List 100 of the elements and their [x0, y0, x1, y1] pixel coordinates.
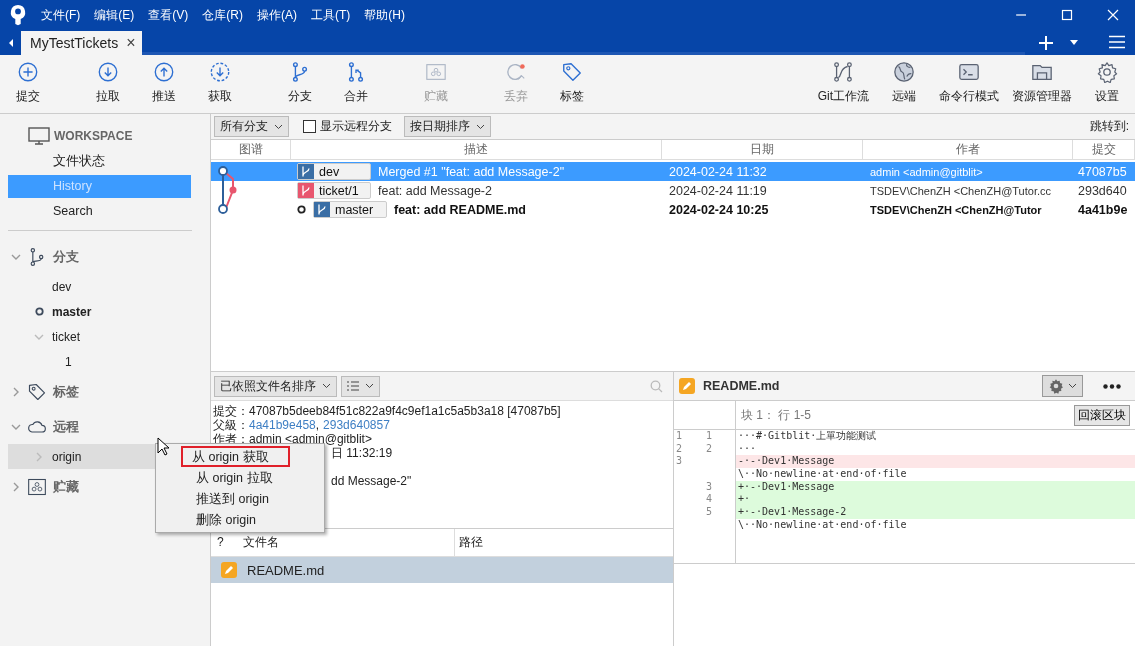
pull-icon	[97, 61, 119, 83]
menu-item[interactable]: 工具(T)	[311, 6, 351, 24]
menu-item[interactable]: 删除 origin	[158, 509, 290, 530]
hunk-header: 块 1： 行 1-5	[740, 406, 812, 424]
toolbar-button[interactable]: 资源管理器	[1008, 61, 1076, 107]
toolbar-button[interactable]: 推送	[136, 61, 192, 107]
commit-row[interactable]: dev Merged #1 "feat: add Message-2" 2024-02-24 11:32 admin <admin@gitblit> 47087b5	[211, 162, 1135, 181]
line-number: 1	[706, 430, 713, 441]
fetch-icon	[209, 61, 231, 83]
file-title: README.md	[703, 379, 780, 393]
column-header[interactable]: 路径	[455, 529, 483, 556]
repository-tab[interactable]: MyTestTickets ×	[21, 31, 142, 55]
date-value: 日 11:32:19	[331, 446, 393, 460]
tree-item[interactable]: dev	[52, 279, 72, 294]
commit-message: feat: add README.md	[394, 202, 526, 217]
tree-item[interactable]: master	[52, 304, 92, 319]
more-icon[interactable]	[1103, 383, 1121, 389]
commit-row[interactable]: master feat: add README.md 2024-02-24 10:25 TSDEV\ChenZH <ChenZH@Tutor 4a41b9e	[211, 200, 1135, 219]
toolbar-button[interactable]: 标签	[544, 61, 600, 107]
parent-link[interactable]: 4a41b9e458	[249, 418, 316, 432]
line-number: 4	[706, 493, 713, 505]
revert-hunk-button[interactable]: 回滚区块	[1074, 404, 1130, 426]
line-number: 2	[706, 442, 713, 454]
menu-item[interactable]: 编辑(E)	[94, 6, 135, 24]
tab-close-button[interactable]: ×	[126, 34, 136, 52]
column-header[interactable]: 提交	[1073, 140, 1135, 159]
file-row[interactable]: README.md	[211, 557, 673, 583]
toolbar-button[interactable]: Git工作流	[813, 61, 873, 107]
file-name: README.md	[247, 562, 325, 578]
toolbar-button[interactable]: 命令行模式	[935, 61, 1003, 107]
branch-label[interactable]: ticket/1	[297, 182, 371, 199]
line-number: 3	[676, 455, 683, 467]
toolbar-button[interactable]: 拉取	[80, 61, 136, 107]
diff-line: ···	[737, 442, 758, 456]
author-value: admin <admin@gitblit>	[249, 432, 372, 446]
toolbar-button[interactable]: 远端	[878, 61, 930, 107]
menu-item[interactable]: 帮助(H)	[364, 6, 405, 24]
sidebar-item[interactable]: 文件状态	[8, 150, 191, 173]
globe-icon	[893, 61, 915, 83]
tree-item[interactable]: ticket	[52, 329, 80, 344]
column-header[interactable]: 图谱	[211, 140, 291, 159]
sort-dropdown[interactable]: 已依照文件名排序	[214, 375, 337, 397]
settings-dropdown[interactable]	[1042, 375, 1083, 397]
chevron-icon[interactable]	[11, 386, 21, 397]
add-tab-icon[interactable]	[1039, 36, 1053, 50]
branch-filter-dropdown[interactable]: 所有分支	[214, 116, 289, 137]
stash-icon	[425, 61, 447, 83]
table-cell-text: 4a41b9e	[1077, 202, 1129, 217]
line-number: 1	[676, 430, 683, 441]
toolbar-button[interactable]: 提交	[0, 61, 56, 107]
chevron-icon[interactable]	[11, 481, 21, 492]
table-cell-text: admin <admin@gitblit>	[869, 165, 984, 178]
menu-item[interactable]: 文件(F)	[41, 6, 81, 24]
menu-item[interactable]: 查看(V)	[148, 6, 189, 24]
commit-icon	[17, 61, 39, 83]
toolbar-button[interactable]: 设置	[1081, 61, 1133, 107]
view-mode-dropdown[interactable]	[341, 375, 380, 397]
menu-icon[interactable]	[1109, 35, 1125, 49]
column-header[interactable]: 日期	[662, 140, 863, 159]
column-header[interactable]: 描述	[291, 140, 662, 159]
menu-item[interactable]: 仓库(R)	[202, 6, 243, 24]
caret-icon	[365, 383, 374, 389]
settings-icon	[1096, 61, 1118, 83]
sidebar-item[interactable]: Search	[8, 200, 191, 223]
modified-file-icon	[221, 562, 237, 578]
parent-link[interactable]: 293d640857	[323, 418, 390, 432]
commit-row[interactable]: ticket/1 feat: add Message-2 2024-02-24 11:19 TSDEV\ChenZH <ChenZH@Tutor.cc 293d640	[211, 181, 1135, 200]
monitor-icon	[28, 127, 50, 145]
branch-label[interactable]: dev	[297, 163, 371, 180]
column-header[interactable]: ?	[211, 529, 241, 556]
field-label: 父級：	[213, 418, 249, 432]
sort-dropdown[interactable]: 按日期排序	[404, 116, 491, 137]
table-cell-text: 2024-02-24 10:25	[668, 202, 770, 217]
dropdown-icon[interactable]	[1069, 40, 1079, 46]
close-icon[interactable]	[1107, 9, 1119, 21]
menu-item[interactable]: 从 origin 拉取	[158, 467, 290, 488]
section-title: WORKSPACE	[54, 129, 133, 143]
toolbar-button[interactable]: 获取	[192, 61, 248, 107]
checkbox-label[interactable]: 显示远程分支	[320, 118, 392, 135]
tag-icon	[561, 61, 583, 83]
toolbar-button[interactable]: 合并	[328, 61, 384, 107]
checkbox[interactable]	[303, 120, 316, 133]
settings-icon	[1048, 378, 1064, 394]
table-cell-text: 2024-02-24 11:19	[668, 183, 768, 198]
column-header[interactable]: 作者	[863, 140, 1073, 159]
commit-message: Merged #1 "feat: add Message-2"	[378, 164, 565, 179]
menu-item[interactable]: 推送到 origin	[158, 488, 290, 509]
branch-label[interactable]: master	[313, 201, 387, 218]
discard-icon	[505, 61, 527, 83]
menu-item[interactable]: 从 origin 获取	[181, 446, 290, 467]
maximize-icon[interactable]	[1061, 9, 1073, 21]
git-flow-icon	[832, 61, 855, 83]
stash-icon	[27, 476, 47, 497]
tree-item[interactable]: 1	[65, 354, 72, 369]
modified-file-icon	[679, 378, 695, 394]
toolbar-button[interactable]: 分支	[272, 61, 328, 107]
diff-line: \··No·newline·at·end·of·file	[737, 468, 908, 481]
pointer-cursor-icon	[157, 437, 171, 457]
scroll-left-icon[interactable]	[7, 38, 15, 48]
menu-item[interactable]: 操作(A)	[257, 6, 297, 24]
